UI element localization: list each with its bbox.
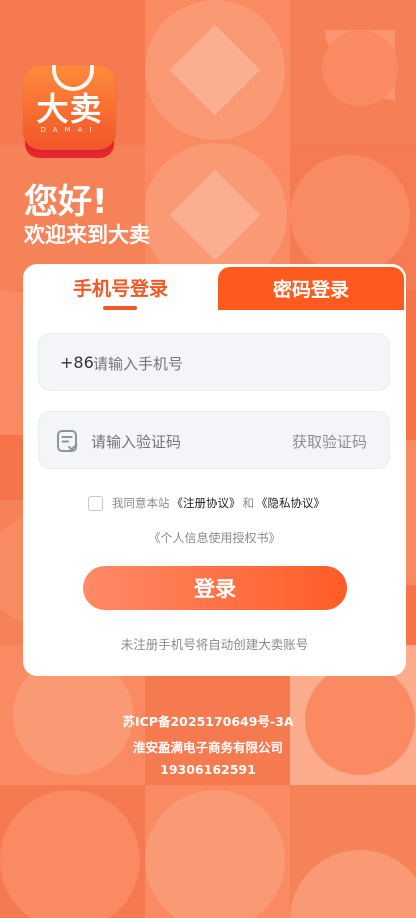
logo-text: 大卖 <box>36 90 103 128</box>
phone-input[interactable] <box>91 349 375 379</box>
register-agreement-link[interactable]: 《注册协议》 <box>172 495 241 511</box>
company-name: 淮安盈满电子商务有限公司 <box>132 740 283 755</box>
agreement-and: 和 <box>242 496 255 510</box>
auto-register-hint: 未注册手机号将自动创建大卖账号 <box>120 637 309 652</box>
get-code-button[interactable]: 获取验证码 <box>292 431 367 452</box>
welcome-text: 欢迎来到大卖 <box>24 223 150 247</box>
tab-password-login[interactable]: 密码登录 <box>218 267 404 310</box>
country-code: +86 <box>60 353 94 372</box>
agreement-row: 我同意本站 《注册协议》 和 《隐私协议》 <box>88 493 327 513</box>
login-button[interactable]: 登录 <box>83 566 347 610</box>
agreement-checkbox[interactable] <box>88 495 103 511</box>
logo-box: 大卖 DAMAI <box>23 65 116 150</box>
personal-info-authorization-link[interactable]: 《个人信息使用授权书》 <box>23 529 406 546</box>
logo-subtext: DAMAI <box>40 126 99 134</box>
agreement-prefix: 我同意本站 <box>112 496 170 510</box>
contact-phone: 19306162591 <box>160 762 256 777</box>
phone-field[interactable]: +86 <box>38 333 390 391</box>
code-input[interactable] <box>89 427 273 457</box>
verification-code-icon <box>57 430 78 452</box>
active-tab-indicator <box>103 306 137 310</box>
tab-phone-login[interactable]: 手机号登录 <box>23 264 218 310</box>
code-field[interactable]: 获取验证码 <box>38 411 390 469</box>
privacy-agreement-link[interactable]: 《隐私协议》 <box>256 495 325 511</box>
app-logo: 大卖 DAMAI <box>23 65 116 158</box>
greeting: 您好! <box>24 182 108 222</box>
login-card: 手机号登录 密码登录 +86 获取验证码 我同意本站 《注册协议》 和 《隐私协… <box>23 264 406 676</box>
icp-number: 苏ICP备2025170649号-3A <box>122 714 294 729</box>
